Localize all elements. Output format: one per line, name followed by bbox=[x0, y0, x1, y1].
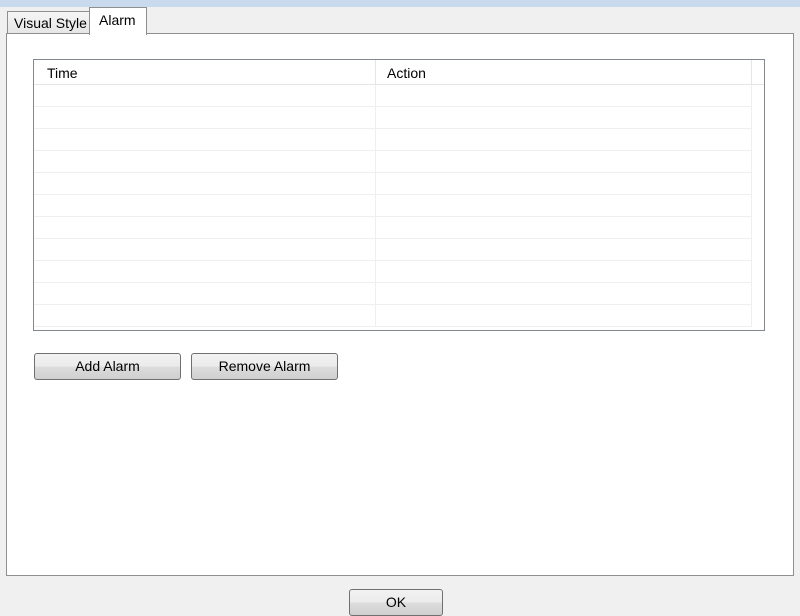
tab-visual-style[interactable]: Visual Style bbox=[7, 11, 90, 35]
dialog-button-bar: OK bbox=[0, 576, 800, 616]
tab-alarm[interactable]: Alarm bbox=[89, 7, 147, 35]
empty-time-cell bbox=[34, 261, 376, 283]
column-header-filler bbox=[752, 60, 764, 84]
ok-button[interactable]: OK bbox=[349, 589, 443, 616]
column-header-time[interactable]: Time bbox=[34, 60, 376, 84]
empty-time-cell bbox=[34, 239, 376, 261]
empty-time-cell bbox=[34, 217, 376, 239]
empty-list-row bbox=[34, 195, 752, 217]
column-header-action[interactable]: Action bbox=[376, 60, 752, 84]
empty-time-cell bbox=[34, 283, 376, 305]
empty-time-cell bbox=[34, 195, 376, 217]
empty-list-row bbox=[34, 239, 752, 261]
empty-list-row bbox=[34, 305, 752, 327]
alarm-list-header: Time Action bbox=[34, 60, 764, 85]
empty-action-cell bbox=[376, 261, 752, 283]
empty-time-cell bbox=[34, 151, 376, 173]
empty-time-cell bbox=[34, 107, 376, 129]
empty-list-row bbox=[34, 151, 752, 173]
empty-action-cell bbox=[376, 173, 752, 195]
empty-action-cell bbox=[376, 107, 752, 129]
empty-action-cell bbox=[376, 239, 752, 261]
empty-list-row bbox=[34, 217, 752, 239]
empty-action-cell bbox=[376, 129, 752, 151]
alarm-list[interactable]: Time Action bbox=[33, 59, 765, 331]
empty-action-cell bbox=[376, 151, 752, 173]
alarm-tab-panel: Time Action Add Alarm Remove Alarm bbox=[6, 33, 794, 576]
tab-bar: Visual Style Alarm bbox=[0, 7, 800, 35]
empty-action-cell bbox=[376, 195, 752, 217]
empty-list-row bbox=[34, 85, 752, 107]
empty-time-cell bbox=[34, 129, 376, 151]
empty-list-row bbox=[34, 173, 752, 195]
empty-list-row bbox=[34, 129, 752, 151]
empty-list-row bbox=[34, 107, 752, 129]
empty-list-row bbox=[34, 261, 752, 283]
empty-time-cell bbox=[34, 305, 376, 327]
empty-action-cell bbox=[376, 85, 752, 107]
add-alarm-button[interactable]: Add Alarm bbox=[34, 353, 181, 380]
empty-action-cell bbox=[376, 283, 752, 305]
empty-time-cell bbox=[34, 85, 376, 107]
remove-alarm-button[interactable]: Remove Alarm bbox=[191, 353, 338, 380]
window-top-strip bbox=[0, 0, 800, 7]
empty-list-row bbox=[34, 283, 752, 305]
empty-action-cell bbox=[376, 217, 752, 239]
empty-action-cell bbox=[376, 305, 752, 327]
empty-time-cell bbox=[34, 173, 376, 195]
